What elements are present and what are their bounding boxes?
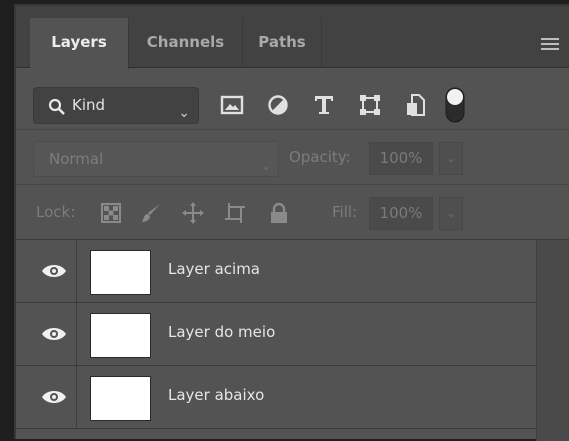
image-filter-icon[interactable] [220,93,244,117]
layer-row[interactable]: Layer acima [16,240,536,303]
filter-kind-label: Kind [72,96,106,114]
panel-menu-icon[interactable] [541,38,559,50]
tab-layers[interactable]: Layers [30,18,129,69]
lock-artboard-icon[interactable] [224,202,246,224]
lock-all-icon[interactable] [268,202,290,224]
lock-row: Lock: Fill: 100% ⌄ [16,185,569,240]
layer-thumbnail[interactable] [90,250,151,295]
blend-mode-value: Normal [49,150,104,168]
lock-position-icon[interactable] [182,202,204,224]
fill-field[interactable]: 100% [369,197,433,230]
adjustment-filter-icon[interactable] [266,93,290,117]
filter-kind-select[interactable]: Kind ⌄ [33,87,199,124]
blend-row: Normal ⌄ Opacity: 100% ⌄ [16,130,569,185]
lock-label: Lock: [36,203,76,221]
smart-object-filter-icon[interactable] [404,93,428,117]
shape-filter-icon[interactable] [358,93,382,117]
layer-thumbnail[interactable] [90,376,151,421]
tab-paths[interactable]: Paths [243,18,322,68]
opacity-field[interactable]: 100% [369,142,433,175]
layer-name[interactable]: Layer abaixo [168,386,264,404]
fill-chevron-icon[interactable]: ⌄ [439,197,463,230]
layer-thumbnail[interactable] [90,313,151,358]
layer-row[interactable]: Layer do meio [16,303,536,366]
opacity-label: Opacity: [289,148,351,166]
eye-icon[interactable] [40,387,68,407]
panel-tab-bar: Layers Channels Paths [16,6,569,69]
eye-icon[interactable] [40,324,68,344]
layers-panel: Layers Channels Paths Kind ⌄ Normal ⌄ Op… [14,4,569,441]
chevron-down-icon: ⌄ [178,105,190,121]
filter-toggle-icon[interactable] [444,86,466,124]
tab-channels[interactable]: Channels [129,18,243,68]
layer-name[interactable]: Layer acima [168,260,260,278]
filter-row: Kind ⌄ [16,68,569,130]
blend-mode-select[interactable]: Normal ⌄ [33,141,279,177]
chevron-down-icon: ⌄ [260,158,272,174]
eye-icon[interactable] [40,261,68,281]
type-filter-icon[interactable] [312,93,336,117]
lock-image-pixels-icon[interactable] [140,202,162,224]
search-icon [48,98,65,115]
layer-row[interactable]: Layer abaixo [16,366,536,429]
layer-name[interactable]: Layer do meio [168,323,275,341]
layers-list: Layer acima Layer do meio Layer abaixo [16,240,536,429]
fill-label: Fill: [332,203,358,221]
lock-transparent-pixels-icon[interactable] [100,202,122,224]
opacity-chevron-icon[interactable]: ⌄ [439,142,463,175]
scrollbar-track[interactable] [536,240,569,441]
